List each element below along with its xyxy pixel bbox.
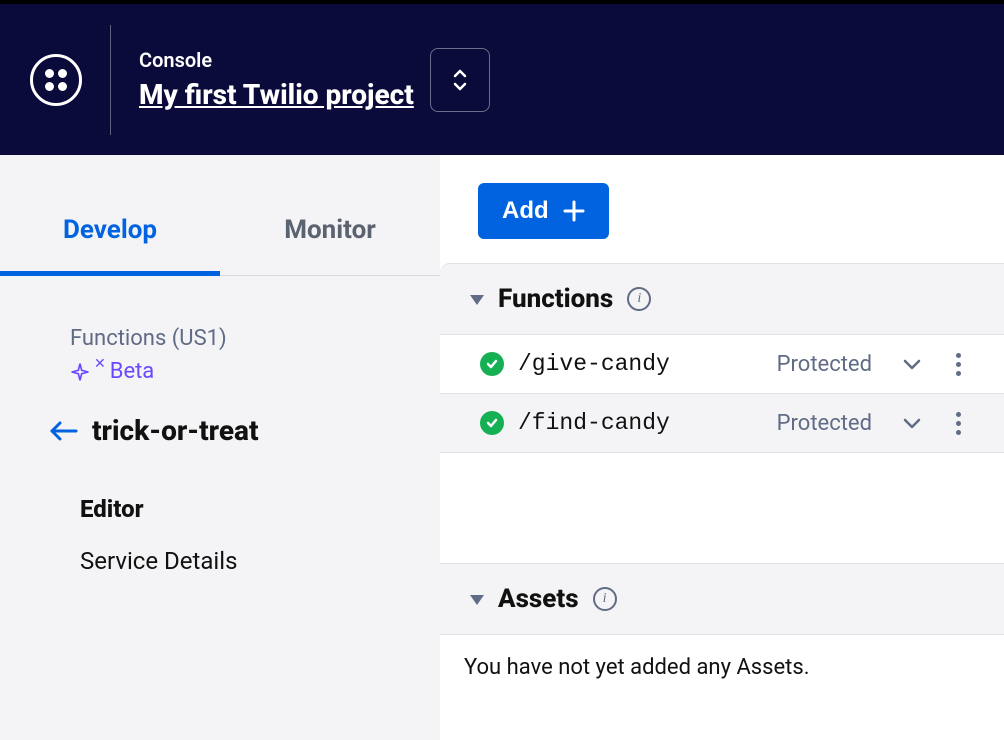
project-name-link[interactable]: My first Twilio project — [139, 78, 414, 111]
functions-region-label: Functions (US1) — [70, 326, 400, 351]
function-visibility: Protected — [777, 411, 872, 436]
function-path: /find-candy — [518, 410, 763, 436]
function-visibility: Protected — [777, 352, 872, 377]
main-panel: Add Functions i /give-candy Protected — [440, 155, 1004, 740]
function-path: /give-candy — [518, 351, 763, 377]
chevron-down-icon — [902, 358, 922, 370]
functions-list: /give-candy Protected /find-candy Protec… — [440, 335, 1004, 453]
add-button-label: Add — [502, 197, 549, 225]
function-row[interactable]: /find-candy Protected — [440, 394, 1004, 453]
beta-label: Beta — [110, 359, 155, 384]
assets-empty-message: You have not yet added any Assets. — [440, 635, 1004, 700]
project-switcher-button[interactable] — [430, 48, 490, 112]
beta-badge: ✕ Beta — [70, 359, 400, 384]
info-icon[interactable]: i — [593, 587, 617, 611]
status-success-icon — [480, 352, 504, 376]
assets-header-label: Assets — [498, 584, 579, 614]
visibility-dropdown[interactable] — [896, 358, 928, 370]
sidebar: Develop Monitor Functions (US1) ✕ Beta t… — [0, 155, 440, 740]
assets-section-header[interactable]: Assets i — [440, 563, 1004, 635]
function-menu-button[interactable] — [942, 353, 974, 376]
twilio-logo-icon — [30, 54, 82, 106]
twilio-logo-dots — [45, 69, 67, 91]
functions-header-label: Functions — [498, 284, 613, 314]
plus-icon — [563, 200, 585, 222]
service-name-title: trick-or-treat — [92, 414, 259, 447]
status-success-icon — [480, 411, 504, 435]
sidebar-item-editor[interactable]: Editor — [70, 483, 400, 535]
info-icon[interactable]: i — [627, 287, 651, 311]
functions-section-header[interactable]: Functions i — [440, 263, 1004, 335]
chevron-up-down-icon — [451, 67, 469, 93]
close-x-icon: ✕ — [94, 356, 106, 372]
header-divider — [110, 25, 111, 135]
top-header: Console My first Twilio project — [0, 0, 1004, 155]
console-label: Console — [139, 48, 414, 72]
visibility-dropdown[interactable] — [896, 417, 928, 429]
arrow-left-icon — [48, 419, 78, 443]
function-row[interactable]: /give-candy Protected — [440, 335, 1004, 394]
chevron-down-icon — [902, 417, 922, 429]
breadcrumb-back[interactable]: trick-or-treat — [48, 414, 400, 447]
sidebar-tabs: Develop Monitor — [0, 195, 440, 276]
add-button[interactable]: Add — [478, 183, 609, 239]
function-menu-button[interactable] — [942, 412, 974, 435]
sparkle-icon — [70, 362, 90, 382]
caret-down-icon — [470, 590, 484, 609]
tab-develop[interactable]: Develop — [0, 195, 220, 276]
caret-down-icon — [470, 290, 484, 309]
sidebar-item-service-details[interactable]: Service Details — [70, 535, 400, 587]
project-selector: Console My first Twilio project — [139, 48, 490, 112]
tab-monitor[interactable]: Monitor — [220, 195, 440, 275]
